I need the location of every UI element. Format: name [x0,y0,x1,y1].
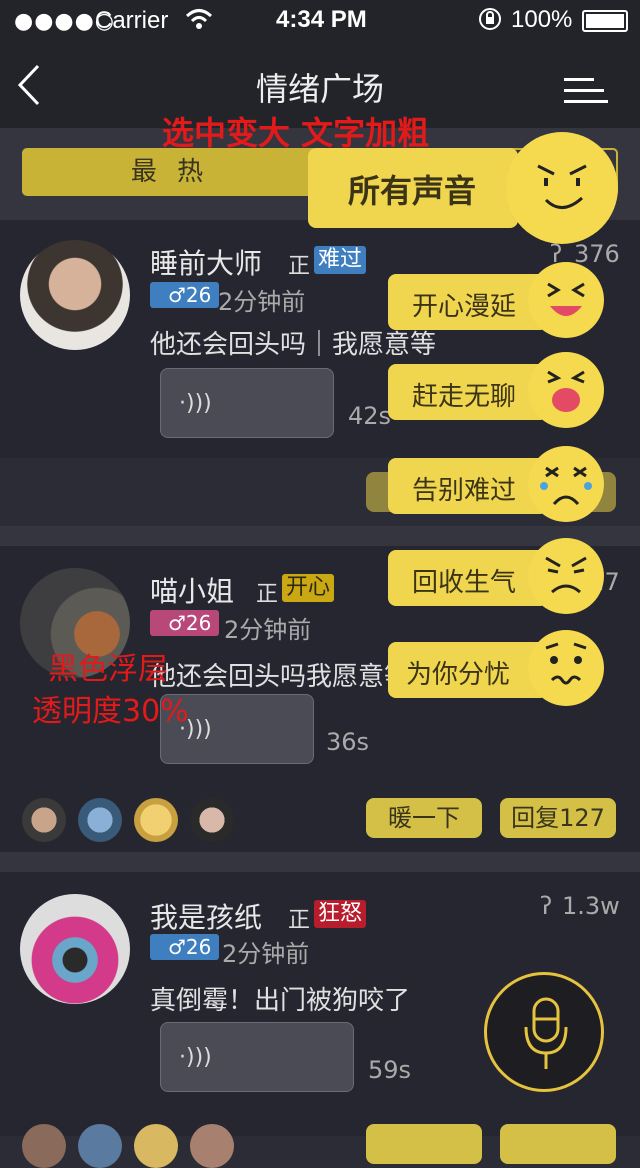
listen-count: 1.3w [562,892,620,920]
tab-hot[interactable]: 最 热 [22,148,318,196]
wifi-icon [185,9,213,29]
voice-duration: 59s [368,1056,412,1084]
filter-sad[interactable]: 告别难过 [388,458,548,514]
sound-wave-icon: ·))) [179,1045,212,1070]
warm-button[interactable]: 暖一下 [366,798,482,838]
smirk-face-icon[interactable] [506,132,618,244]
sound-wave-icon: ·))) [179,391,212,416]
page-title: 情绪广场 [255,70,384,108]
username[interactable]: 喵小姐 [150,570,234,610]
filter-label: 赶走无聊 [412,382,517,412]
listener-avatar[interactable] [78,1124,122,1168]
voice-bubble[interactable]: ·))) [160,368,334,438]
bored-face-icon[interactable] [528,352,604,428]
filter-label: 为你分忧 [406,660,511,690]
emotion-tag: 难过 [314,246,367,274]
listener-avatar[interactable] [22,798,66,842]
post-time: 2分钟前 [222,940,310,968]
battery-percent: 100% [511,6,573,33]
filter-all-sounds[interactable]: 所有声音 [308,148,518,228]
listener-avatar[interactable] [134,798,178,842]
username[interactable]: 睡前大师 [150,242,262,282]
back-icon[interactable] [16,64,42,106]
reply-button[interactable] [500,1124,616,1164]
crying-face-icon[interactable] [528,446,604,522]
happy-face-icon[interactable] [528,262,604,338]
filter-angry[interactable]: 回收生气 [388,550,548,606]
avatar[interactable] [20,240,130,350]
gender-age-tag: ♂26 [150,610,220,636]
prefix-label: 正 [288,254,311,279]
post-time: 2分钟前 [224,616,312,644]
filter-worried[interactable]: 为你分忧 [388,642,548,698]
prefix-label: 正 [256,582,279,607]
ear-icon: ʔ [540,892,553,920]
rotation-lock-icon [479,8,501,30]
worried-face-icon[interactable] [528,630,604,706]
filter-bored[interactable]: 赶走无聊 [388,364,548,420]
reply-button[interactable]: 回复127 [500,798,616,838]
post-message: 他还会回头吗我愿意等 [150,662,411,692]
listener-avatar[interactable] [134,1124,178,1168]
listener-avatar[interactable] [190,1124,234,1168]
microphone-icon [524,997,568,1069]
filter-label: 告别难过 [412,476,517,506]
emotion-tag: 开心 [282,574,335,602]
filter-all-label: 所有声音 [348,172,477,210]
record-button[interactable] [484,972,604,1092]
prefix-label: 正 [288,908,311,933]
voice-duration: 36s [326,728,370,756]
gender-age-tag: ♂26 [150,282,220,308]
warm-button[interactable] [366,1124,482,1164]
annotation-overlay-2: 透明度30% [32,694,189,729]
avatar[interactable] [20,894,130,1004]
filter-label: 开心漫延 [412,292,517,322]
filter-label: 回收生气 [412,568,517,598]
voice-duration: 42s [348,402,392,430]
emotion-tag: 狂怒 [314,900,367,928]
gender-age-tag: ♂26 [150,934,220,960]
filter-happy[interactable]: 开心漫延 [388,274,548,330]
listener-avatar[interactable] [190,798,234,842]
listener-avatar[interactable] [22,1124,66,1168]
divider [0,852,640,872]
username[interactable]: 我是孩纸 [150,896,262,936]
annotation-overlay-1: 黑色浮层 [48,652,168,687]
listener-avatar[interactable] [78,798,122,842]
voice-bubble[interactable]: ·))) [160,1022,354,1092]
battery-icon [582,10,628,32]
angry-face-icon[interactable] [528,538,604,614]
post-message: 真倒霉！出门被狗咬了 [150,986,411,1016]
menu-icon[interactable] [564,76,608,106]
carrier-label: Carrier [95,7,169,34]
status-bar: ●●●●○ Carrier 4:34 PM 100% [0,0,640,40]
clock: 4:34 PM [276,6,367,33]
post-time: 2分钟前 [218,288,306,316]
